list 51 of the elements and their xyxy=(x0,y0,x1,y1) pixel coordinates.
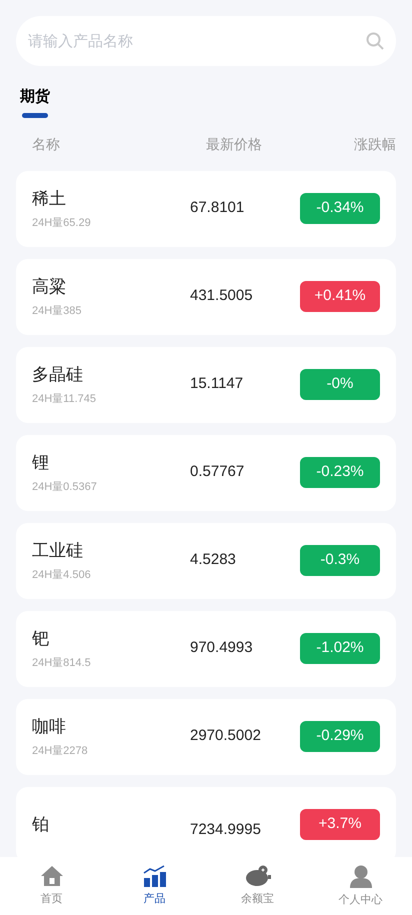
product-name: 高粱 xyxy=(32,276,67,298)
bar-chart-icon xyxy=(142,864,166,887)
column-header: 涨跌幅 xyxy=(353,134,396,154)
product-name: 铂 xyxy=(32,814,50,836)
nav-tab[interactable]: 个人中心 xyxy=(309,857,412,915)
person-icon xyxy=(348,864,372,888)
price-text: 970.4993 xyxy=(190,638,254,658)
change-badge: -0% xyxy=(300,369,380,400)
piggy-bank-icon xyxy=(244,864,270,887)
volume-text: 24H量65.29 xyxy=(32,216,92,231)
change-badge: +0.41% xyxy=(300,281,380,312)
nav-tab[interactable]: 产品 xyxy=(103,857,206,915)
volume-text: 24H量385 xyxy=(32,304,83,319)
product-name: 工业硅 xyxy=(32,540,84,562)
volume-text: 24H量11.745 xyxy=(32,392,98,407)
change-badge: -0.3% xyxy=(300,545,380,576)
search-field[interactable]: 请输入产品名称 xyxy=(16,16,396,66)
product-card[interactable]: 工业硅 24H量4.506 4.5283 -0.3% xyxy=(16,522,396,598)
volume-text: 24H量4.506 xyxy=(32,568,92,583)
volume-text: 24H量2278 xyxy=(32,744,89,759)
price-text: 7234.9995 xyxy=(190,820,262,840)
search-icon[interactable] xyxy=(366,32,384,50)
product-name: 咖啡 xyxy=(32,716,67,738)
product-name: 稀土 xyxy=(32,188,67,210)
product-card[interactable]: 铂 7234.9995 +3.7% xyxy=(16,786,396,857)
product-card[interactable]: 锂 24H量0.5367 0.57767 -0.23% xyxy=(16,434,396,510)
home-icon xyxy=(40,864,64,887)
column-header: 名称 xyxy=(31,134,61,154)
product-card[interactable]: 咖啡 24H量2278 2970.5002 -0.29% xyxy=(16,698,396,774)
price-text: 0.57767 xyxy=(190,462,246,482)
product-name: 锂 xyxy=(32,452,50,474)
product-card[interactable]: 多晶硅 24H量11.745 15.1147 -0% xyxy=(16,346,396,422)
product-card[interactable]: 稀土 24H量65.29 67.8101 -0.34% xyxy=(16,170,396,246)
tab[interactable]: 期货 xyxy=(20,86,50,118)
change-badge: +3.7% xyxy=(300,809,380,840)
price-text: 2970.5002 xyxy=(190,726,262,746)
price-text: 431.5005 xyxy=(190,286,254,306)
price-text: 4.5283 xyxy=(190,550,237,570)
product-card[interactable]: 钯 24H量814.5 970.4993 -1.02% xyxy=(16,610,396,686)
product-name: 多晶硅 xyxy=(32,364,84,386)
product-card[interactable]: 高粱 24H量385 431.5005 +0.41% xyxy=(16,258,396,334)
change-badge: -0.29% xyxy=(300,721,380,752)
volume-text: 24H量814.5 xyxy=(32,656,92,671)
change-badge: -0.23% xyxy=(300,457,380,488)
product-name: 钯 xyxy=(32,628,50,650)
column-header: 最新价格 xyxy=(206,134,263,154)
change-badge: -0.34% xyxy=(300,193,380,224)
price-text: 15.1147 xyxy=(190,374,244,394)
price-text: 67.8101 xyxy=(190,198,246,218)
change-badge: -1.02% xyxy=(300,633,380,664)
volume-text: 24H量0.5367 xyxy=(32,480,98,495)
